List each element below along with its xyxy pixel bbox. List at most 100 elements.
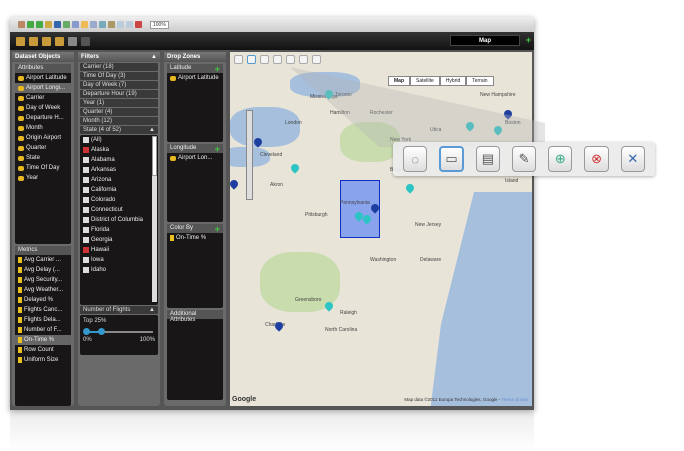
alert-icon[interactable] xyxy=(42,36,51,46)
state-item[interactable]: Alabama xyxy=(80,155,158,165)
attribute-item[interactable]: State xyxy=(15,153,71,163)
state-item[interactable]: District of Columbia xyxy=(80,215,158,225)
state-item[interactable]: Arkansas xyxy=(80,165,158,175)
state-item[interactable]: Georgia xyxy=(80,235,158,245)
tools-icon[interactable] xyxy=(108,21,115,28)
attribute-item[interactable]: Origin Airport xyxy=(15,133,71,143)
folder-icon[interactable] xyxy=(45,21,52,28)
filter-group[interactable]: Quarter (4) xyxy=(80,108,158,116)
page-icon[interactable] xyxy=(117,21,124,28)
longitude-zone[interactable]: Longitude + Airport Lon... xyxy=(167,144,223,222)
add-icon[interactable]: + xyxy=(215,145,220,154)
metric-item[interactable]: Delayed % xyxy=(15,295,71,305)
clear-selection-button[interactable]: ✕ xyxy=(620,146,645,172)
add-icon[interactable]: + xyxy=(215,65,220,74)
home-icon[interactable] xyxy=(18,21,25,28)
add-tab-icon[interactable]: + xyxy=(526,36,531,45)
checkbox[interactable] xyxy=(83,167,89,173)
filter-flights-header[interactable]: Number of Flights xyxy=(83,307,130,313)
filter-group[interactable]: Time Of Day (3) xyxy=(80,72,158,80)
collapse-icon[interactable]: ▲ xyxy=(149,307,155,313)
export-icon[interactable] xyxy=(63,21,70,28)
select-tool-icon[interactable] xyxy=(234,55,243,64)
comment-tool-icon[interactable] xyxy=(260,55,269,64)
add-layer-button[interactable]: ⊕ xyxy=(548,146,573,172)
map-type-map[interactable]: Map xyxy=(388,76,410,86)
checkbox[interactable] xyxy=(83,217,89,223)
pdf-icon[interactable] xyxy=(135,21,142,28)
remove-layer-icon[interactable] xyxy=(299,55,308,64)
checkbox[interactable] xyxy=(83,257,89,263)
attribute-item[interactable]: Airport Latitude xyxy=(15,73,71,83)
book-icon[interactable] xyxy=(55,36,64,46)
refresh-icon[interactable] xyxy=(99,21,106,28)
page2-icon[interactable] xyxy=(126,21,133,28)
state-item[interactable]: Idaho xyxy=(80,265,158,275)
map-marker[interactable] xyxy=(289,162,301,174)
attribute-item[interactable]: Carrier xyxy=(15,93,71,103)
filter-group[interactable]: Day of Week (7) xyxy=(80,81,158,89)
note-icon[interactable] xyxy=(81,21,88,28)
checkbox[interactable] xyxy=(83,147,89,153)
checkbox[interactable] xyxy=(83,197,89,203)
latitude-item[interactable]: Airport Latitude xyxy=(178,75,219,81)
zoom-select[interactable]: 100% xyxy=(150,20,169,29)
filter-state-header[interactable]: State (4 of 52) xyxy=(83,127,121,133)
metric-item[interactable]: Uniform Size xyxy=(15,355,71,365)
checkbox[interactable] xyxy=(83,157,89,163)
attribute-item[interactable]: Year xyxy=(15,173,71,183)
edit-tool-icon[interactable] xyxy=(273,55,282,64)
filter-group[interactable]: Year (1) xyxy=(80,99,158,107)
tab-map[interactable]: Map xyxy=(450,35,520,46)
checkbox[interactable] xyxy=(83,247,89,253)
map-marker[interactable] xyxy=(230,178,240,190)
remove-layer-button[interactable]: ⊗ xyxy=(584,146,609,172)
flights-slider[interactable] xyxy=(83,327,155,337)
state-item[interactable]: Florida xyxy=(80,225,158,235)
grid-icon[interactable] xyxy=(81,36,90,46)
checkbox[interactable] xyxy=(83,227,89,233)
state-item[interactable]: (All) xyxy=(80,135,158,145)
insert-icon[interactable] xyxy=(68,36,77,46)
slider-handle-max[interactable] xyxy=(98,328,105,335)
add-icon[interactable]: + xyxy=(215,225,220,234)
filter-group[interactable]: Departure Hour (19) xyxy=(80,90,158,98)
comment-button[interactable]: ▤ xyxy=(475,146,500,172)
metric-item[interactable]: Number of F... xyxy=(15,325,71,335)
additional-attributes-zone[interactable]: Additional Attributes xyxy=(167,310,223,400)
annotate-button[interactable]: ✎ xyxy=(511,146,537,172)
colorby-item[interactable]: On-Time % xyxy=(176,235,206,241)
latitude-zone[interactable]: Latitude + Airport Latitude xyxy=(167,64,223,142)
checkbox[interactable] xyxy=(83,177,89,183)
metric-item[interactable]: Row Count xyxy=(15,345,71,355)
metric-item[interactable]: Avg Weather... xyxy=(15,285,71,295)
checkbox[interactable] xyxy=(83,267,89,273)
save-icon[interactable] xyxy=(54,21,61,28)
state-item[interactable]: Hawaii xyxy=(80,245,158,255)
document-icon[interactable] xyxy=(90,21,97,28)
layout-icon[interactable] xyxy=(16,36,25,46)
state-item[interactable]: Colorado xyxy=(80,195,158,205)
attribute-item[interactable]: Airport Longi... xyxy=(15,83,71,93)
collapse-icon[interactable]: ▲ xyxy=(149,127,155,133)
terms-link[interactable]: Terms of Use xyxy=(501,397,528,402)
zoom-slider[interactable] xyxy=(246,110,253,200)
filter-group[interactable]: Carrier (18) xyxy=(80,63,158,71)
metric-item[interactable]: Flights Dela... xyxy=(15,315,71,325)
attribute-item[interactable]: Departure H... xyxy=(15,113,71,123)
metric-item[interactable]: Avg Security... xyxy=(15,275,71,285)
state-item[interactable]: California xyxy=(80,185,158,195)
lasso-select-button[interactable]: ◌ xyxy=(403,146,428,172)
checkbox[interactable] xyxy=(83,187,89,193)
metric-item[interactable]: Avg Delay (... xyxy=(15,265,71,275)
group-icon[interactable] xyxy=(29,36,38,46)
checkbox[interactable] xyxy=(83,137,89,143)
clear-icon[interactable] xyxy=(312,55,321,64)
colorby-zone[interactable]: Color By + On-Time % xyxy=(167,224,223,308)
add-layer-icon[interactable] xyxy=(286,55,295,64)
rectangle-tool-icon[interactable] xyxy=(247,55,256,64)
map-type-hybrid[interactable]: Hybrid xyxy=(439,76,467,86)
longitude-item[interactable]: Airport Lon... xyxy=(178,155,212,161)
map-type-terrain[interactable]: Terrain xyxy=(466,76,494,86)
map-type-satellite[interactable]: Satellite xyxy=(410,76,440,86)
